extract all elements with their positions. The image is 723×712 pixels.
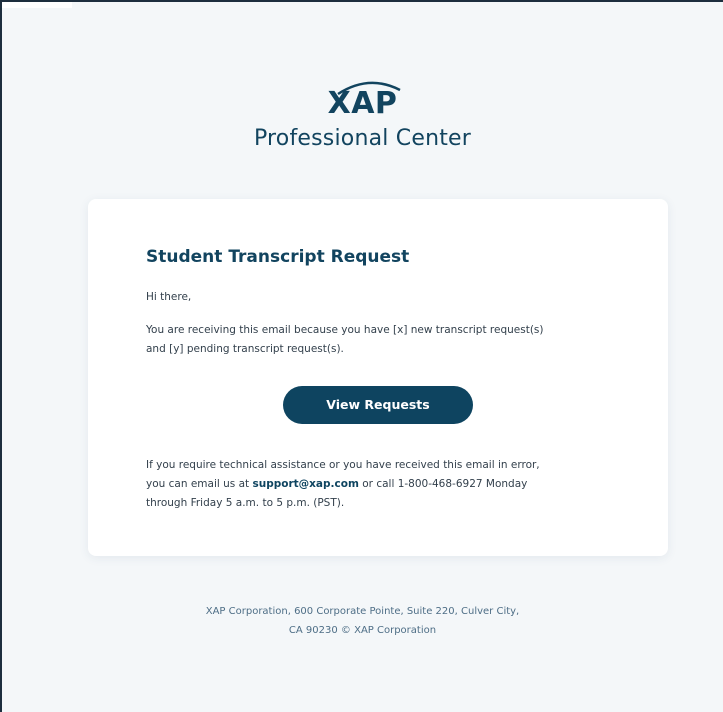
email-header: XAP Professional Center — [2, 80, 723, 151]
email-footer: XAP Corporation, 600 Corporate Pointe, S… — [2, 602, 723, 640]
help-line: If you require technical assistance or y… — [146, 459, 540, 471]
button-row: View Requests — [146, 386, 610, 424]
help-line-prefix: you can email us at — [146, 478, 253, 490]
message-line: You are receiving this email because you… — [146, 324, 544, 336]
support-email-link[interactable]: support@xap.com — [252, 478, 358, 490]
frame-top-strip — [2, 2, 72, 8]
footer-copyright-line: CA 90230 © XAP Corporation — [288, 625, 437, 636]
help-line-suffix: or call 1-800-468-6927 Monday — [358, 478, 528, 490]
greeting-text: Hi there, — [146, 291, 192, 303]
email-frame: XAP Professional Center Student Transcri… — [0, 0, 723, 712]
message-paragraph: You are receiving this email because you… — [146, 321, 610, 359]
card-title: Student Transcript Request — [146, 247, 410, 267]
help-paragraph: If you require technical assistance or y… — [146, 456, 610, 513]
message-line: and [y] pending transcript request(s). — [146, 343, 344, 355]
help-line: you can email us at support@xap.com or c… — [146, 475, 610, 494]
help-line: through Friday 5 a.m. to 5 p.m. (PST). — [146, 497, 345, 509]
xap-logo: XAP — [327, 80, 401, 121]
footer-address-line: XAP Corporation, 600 Corporate Pointe, S… — [205, 606, 520, 617]
message-card: Student Transcript Request Hi there, You… — [88, 199, 668, 556]
view-requests-button[interactable]: View Requests — [283, 386, 473, 424]
header-subtitle: Professional Center — [253, 126, 472, 151]
logo-text: XAP — [327, 86, 398, 121]
